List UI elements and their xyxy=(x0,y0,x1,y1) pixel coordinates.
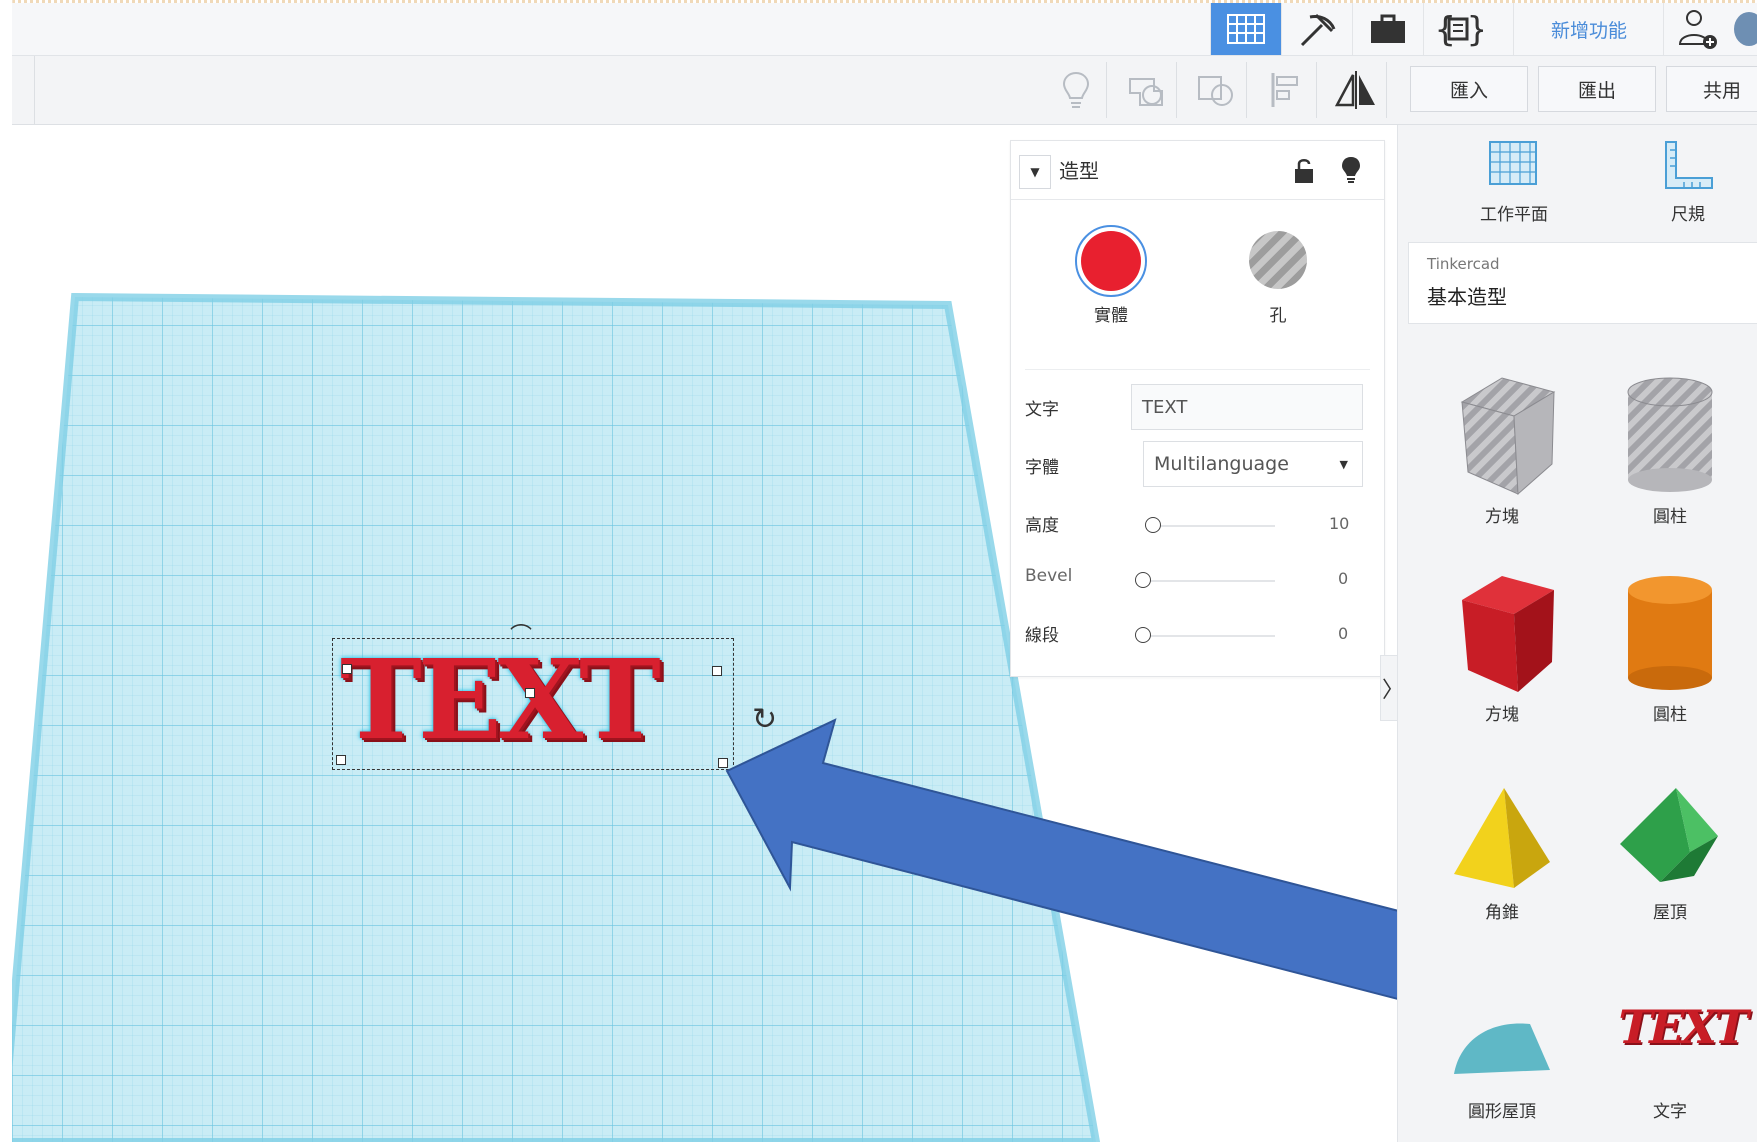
height-slider-track[interactable] xyxy=(1145,525,1275,527)
font-label: 字體 xyxy=(1025,458,1059,478)
unlock-icon[interactable] xyxy=(1293,157,1315,189)
segments-label: 線段 xyxy=(1025,626,1059,646)
workplane-icon[interactable] xyxy=(1486,138,1540,194)
text-input[interactable]: TEXT xyxy=(1131,384,1363,430)
pyramid-icon[interactable] xyxy=(1448,784,1558,898)
chevron-down-icon: ▼ xyxy=(1339,457,1348,471)
font-select-value: Multilanguage xyxy=(1154,453,1289,475)
workplane-label: 工作平面 xyxy=(1480,205,1548,225)
lightbulb-icon[interactable] xyxy=(1339,155,1363,189)
height-slider-knob[interactable] xyxy=(1145,517,1161,533)
segments-slider-knob[interactable] xyxy=(1135,627,1151,643)
shape-label: 圓柱 xyxy=(1653,507,1687,527)
segments-slider-track[interactable] xyxy=(1135,635,1275,637)
bevel-slider-knob[interactable] xyxy=(1135,572,1151,588)
shape-library-select[interactable]: Tinkercad 基本造型 xyxy=(1408,242,1757,324)
library-source: Tinkercad xyxy=(1427,255,1500,273)
shape-label: 圓形屋頂 xyxy=(1468,1102,1536,1122)
ruler-icon[interactable] xyxy=(1662,140,1716,196)
shape-label: 圓柱 xyxy=(1653,705,1687,725)
ruler-label: 尺規 xyxy=(1671,205,1705,225)
hole-button[interactable] xyxy=(1249,231,1307,289)
shape-label: 角錐 xyxy=(1485,903,1519,923)
height-value: 10 xyxy=(1329,514,1350,533)
box-icon[interactable] xyxy=(1442,570,1562,699)
inspector-header: ▼ 造型 xyxy=(1011,141,1384,200)
divider xyxy=(1025,369,1370,370)
text-field-label: 文字 xyxy=(1025,400,1059,420)
solid-swatch xyxy=(1081,231,1141,291)
shape-inspector-panel: ▼ 造型 實體 孔 文字 TEXT 字體 Multilanguage ▼ 高度 … xyxy=(1010,140,1385,677)
hole-cylinder-icon[interactable] xyxy=(1620,372,1720,501)
solid-label: 實體 xyxy=(1094,306,1128,326)
shape-label: 屋頂 xyxy=(1653,903,1687,923)
collapse-caret-icon[interactable]: ▼ xyxy=(1019,155,1051,189)
hole-box-icon[interactable] xyxy=(1442,372,1562,501)
solid-button[interactable] xyxy=(1075,225,1147,297)
segments-value: 0 xyxy=(1338,624,1349,643)
shape-label: 文字 xyxy=(1653,1102,1687,1122)
text-shape-icon[interactable]: TEXT xyxy=(1612,1000,1751,1054)
font-select[interactable]: Multilanguage ▼ xyxy=(1143,441,1363,487)
round-roof-icon[interactable] xyxy=(1450,1000,1560,1084)
height-label: 高度 xyxy=(1025,516,1059,536)
cylinder-icon[interactable] xyxy=(1620,570,1720,699)
shape-label: 方塊 xyxy=(1485,507,1519,527)
hole-label: 孔 xyxy=(1269,306,1287,326)
inspector-title: 造型 xyxy=(1059,159,1099,183)
bevel-slider-track[interactable] xyxy=(1135,580,1275,582)
bevel-label: Bevel xyxy=(1025,566,1073,586)
shape-label: 方塊 xyxy=(1485,705,1519,725)
bevel-value: 0 xyxy=(1338,569,1349,588)
library-name: 基本造型 xyxy=(1427,285,1507,309)
roof-icon[interactable] xyxy=(1614,786,1724,890)
